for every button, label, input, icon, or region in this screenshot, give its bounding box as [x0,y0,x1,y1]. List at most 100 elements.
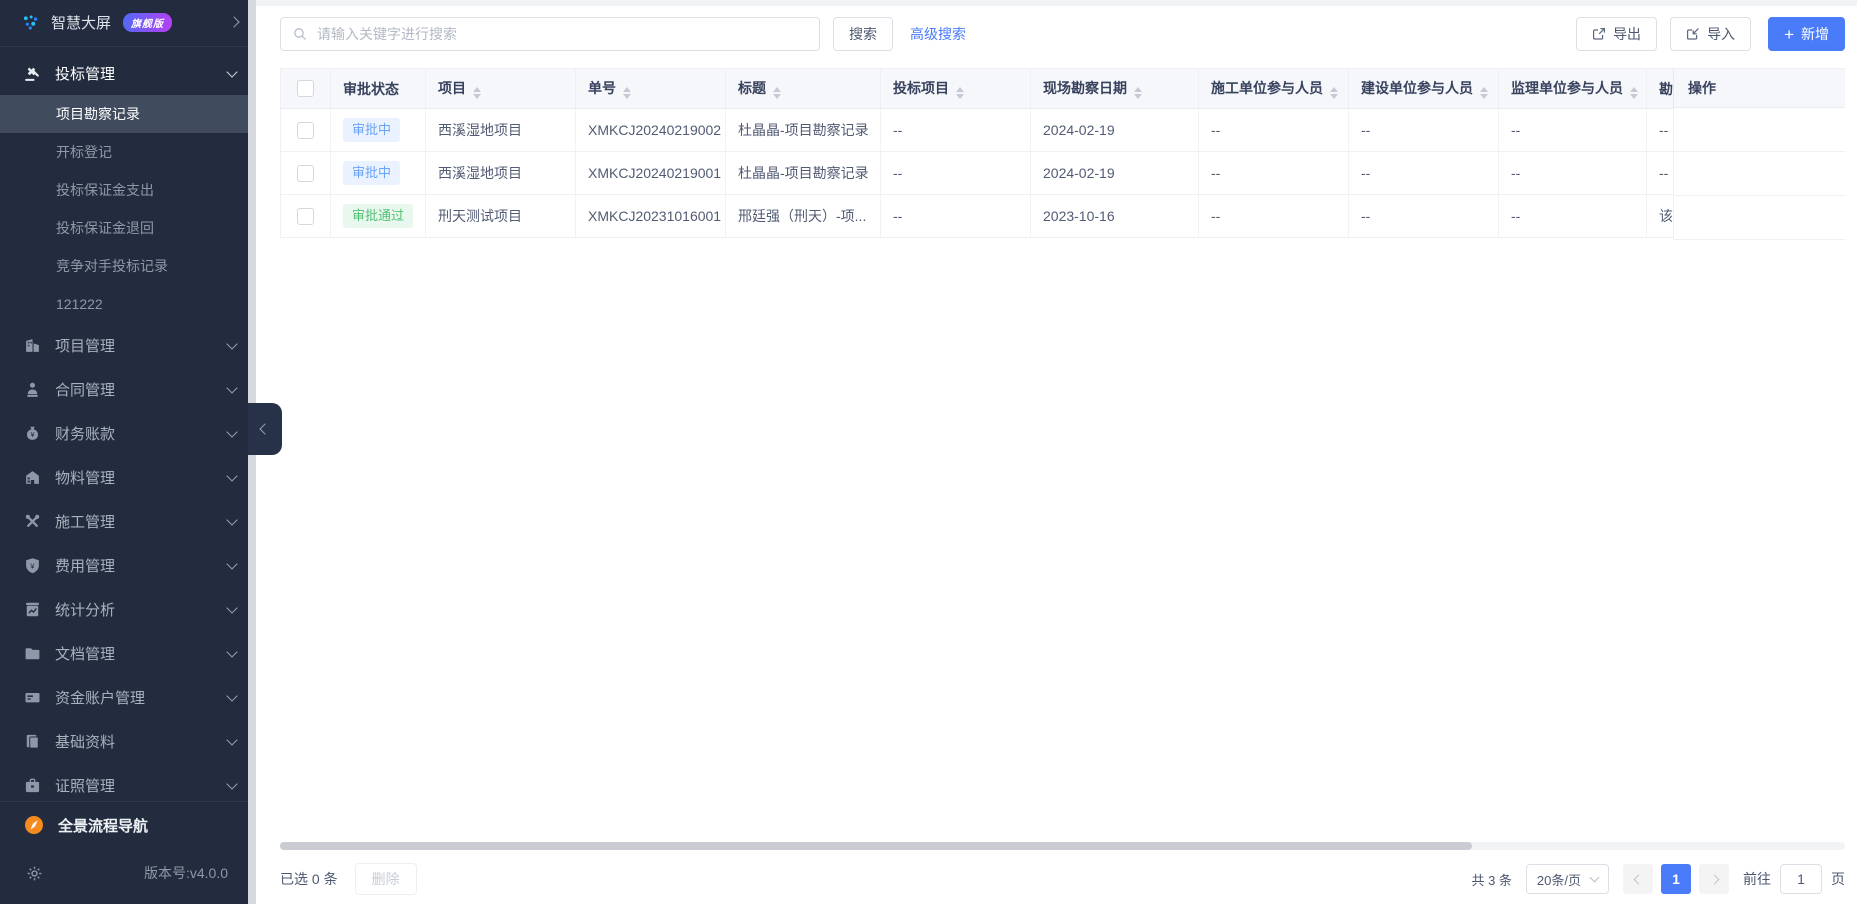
sidebar-group-basic-data[interactable]: 基础资料 [0,719,256,763]
sidebar-item-bid-bond-refund[interactable]: 投标保证金退回 [0,209,256,247]
gear-icon[interactable] [26,865,43,882]
sidebar-collapse-handle[interactable] [248,403,282,455]
row-checkbox[interactable] [297,165,314,182]
sidebar-group-expense[interactable]: ¥ 费用管理 [0,543,256,587]
cell-owner-staff: -- [1349,152,1499,195]
cell-supervision-staff: -- [1499,109,1647,152]
sidebar-group-finance[interactable]: ¥ 财务账款 [0,411,256,455]
cell-supervision-staff: -- [1499,152,1647,195]
delete-button[interactable]: 删除 [355,863,417,895]
export-button[interactable]: 导出 [1576,17,1657,51]
sidebar-group-project[interactable]: 项目管理 [0,323,256,367]
sidebar-group-label: 投标管理 [55,63,214,84]
import-button[interactable]: 导入 [1670,17,1751,51]
sort-icon[interactable] [623,87,631,99]
sidebar-group-materials[interactable]: 物料管理 [0,455,256,499]
column-header-order-no[interactable]: 单号 [576,69,726,109]
sort-icon[interactable] [956,87,964,99]
sidebar-item-competitor-bids[interactable]: 竞争对手投标记录 [0,247,256,285]
selected-count: 已选 0 条 [280,869,338,889]
table-row[interactable]: 审批通过 刑天测试项目 XMKCJ20231016001 邢廷强（刑天）-项..… [281,195,1797,238]
sort-icon[interactable] [1480,87,1488,99]
actions-cell [1673,196,1845,240]
select-all-checkbox[interactable] [297,80,314,97]
plus-icon: + [1784,26,1794,43]
sidebar-item-process-navigation[interactable]: 全景流程导航 [0,801,256,848]
scrollbar-thumb[interactable] [280,842,1472,850]
sidebar-item-bid-opening[interactable]: 开标登记 [0,133,256,171]
search-box [280,17,820,51]
row-checkbox[interactable] [297,208,314,225]
column-header-project[interactable]: 项目 [426,69,576,109]
search-button[interactable]: 搜索 [833,17,893,51]
total-count: 共 3 条 [1471,870,1511,889]
column-header-title[interactable]: 标题 [726,69,881,109]
prev-page-button[interactable] [1623,864,1653,894]
dots-grid-icon [22,14,39,31]
sidebar-item-121222[interactable]: 121222 [0,285,256,323]
sidebar-bottom: 全景流程导航 版本号:v4.0.0 [0,801,256,904]
sort-icon[interactable] [1630,87,1638,99]
goto-label: 前往 [1743,869,1771,889]
sidebar-group-statistics[interactable]: 统计分析 [0,587,256,631]
building-icon [24,337,41,354]
sidebar-item-bid-bond-payment[interactable]: 投标保证金支出 [0,171,256,209]
chevron-left-icon [1633,874,1643,884]
sidebar-group-construction[interactable]: 施工管理 [0,499,256,543]
sidebar-item-smart-screen[interactable]: 智慧大屏 旗舰版 [0,0,256,44]
actions-fixed-column: 操作 [1673,68,1845,240]
sort-icon[interactable] [773,87,781,99]
create-button[interactable]: + 新增 [1768,17,1845,51]
row-checkbox[interactable] [297,122,314,139]
sidebar-group-label: 项目管理 [55,335,214,356]
export-icon [1592,27,1606,41]
goto-page-input[interactable] [1780,864,1822,894]
data-table-container: 审批状态 项目 单号 标题 投标项目 现场勘察日期 施工单位参与人员 建设单位参… [280,68,1845,838]
chevron-down-icon [226,778,237,789]
chevron-down-icon [226,558,237,569]
cell-title: 杜晶晶-项目勘察记录 [726,109,881,152]
table-row[interactable]: 审批中 西溪湿地项目 XMKCJ20240219002 杜晶晶-项目勘察记录 -… [281,109,1797,152]
table-row[interactable]: 审批中 西溪湿地项目 XMKCJ20240219001 杜晶晶-项目勘察记录 -… [281,152,1797,195]
status-badge: 审批中 [343,161,400,185]
sort-icon[interactable] [1134,87,1142,99]
data-table: 审批状态 项目 单号 标题 投标项目 现场勘察日期 施工单位参与人员 建设单位参… [280,68,1797,238]
sort-icon[interactable] [473,87,481,99]
folder-icon [24,645,41,662]
search-icon [293,27,307,41]
column-header-survey-date[interactable]: 现场勘察日期 [1031,69,1199,109]
column-header-construction-staff[interactable]: 施工单位参与人员 [1199,69,1349,109]
compass-icon [24,815,44,835]
status-badge: 审批中 [343,118,400,142]
sidebar-group-label: 物料管理 [55,467,214,488]
column-header-supervision-staff[interactable]: 监理单位参与人员 [1499,69,1647,109]
column-header-owner-staff[interactable]: 建设单位参与人员 [1349,69,1499,109]
sidebar-group-label: 施工管理 [55,511,214,532]
current-page-button[interactable]: 1 [1661,864,1691,894]
sidebar-group-bidding[interactable]: 投标管理 [0,51,256,95]
search-input[interactable] [315,25,807,43]
process-navigation-label: 全景流程导航 [58,815,148,836]
certificate-icon [24,777,41,794]
sidebar-group-label: 费用管理 [55,555,214,576]
cell-construction-staff: -- [1199,195,1349,238]
sidebar-item-project-survey-records[interactable]: 项目勘察记录 [0,95,256,133]
column-header-bid-project[interactable]: 投标项目 [881,69,1031,109]
cell-project: 刑天测试项目 [426,195,576,238]
cell-owner-staff: -- [1349,195,1499,238]
chevron-down-icon [226,734,237,745]
chevron-down-icon [226,338,237,349]
sidebar-group-contract[interactable]: 合同管理 [0,367,256,411]
sidebar-group-certificates[interactable]: 证照管理 [0,763,256,801]
page-size-select[interactable]: 20条/页 [1526,864,1609,894]
gavel-icon [24,65,41,82]
sidebar-group-documents[interactable]: 文档管理 [0,631,256,675]
cell-survey-date: 2023-10-16 [1031,195,1199,238]
import-label: 导入 [1707,24,1735,44]
cell-bid-project: -- [881,109,1031,152]
sidebar-group-fund-accounts[interactable]: 资金账户管理 [0,675,256,719]
next-page-button[interactable] [1699,864,1729,894]
advanced-search-link[interactable]: 高级搜索 [910,24,966,44]
chevron-down-icon [226,470,237,481]
sort-icon[interactable] [1330,87,1338,99]
